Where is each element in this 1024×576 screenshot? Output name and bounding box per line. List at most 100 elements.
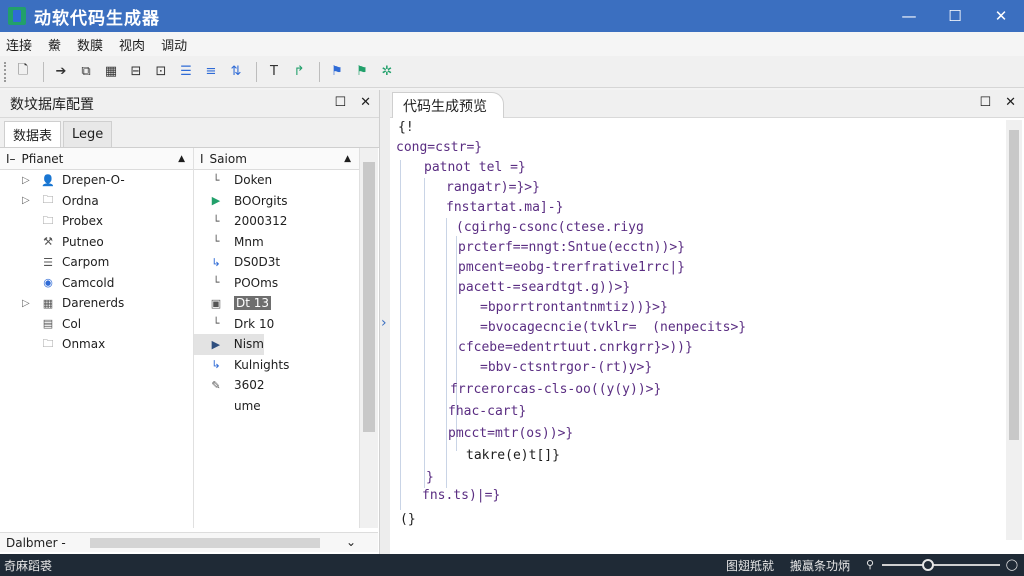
tree-item[interactable]: ▷ 👤 Drepen-O-: [0, 170, 193, 191]
window-icon[interactable]: ⊡: [150, 61, 172, 83]
tree-item[interactable]: 🗀 Probex: [0, 211, 193, 232]
restore-panel-icon[interactable]: ☐: [334, 95, 346, 110]
hammer-icon: ⚒: [43, 235, 53, 249]
link-icon: ↳: [211, 255, 221, 269]
text-icon[interactable]: T: [263, 61, 285, 83]
menu-edit[interactable]: 鮝: [48, 35, 61, 54]
expand-icon[interactable]: ▷: [22, 175, 30, 186]
align-center-icon[interactable]: ☰: [175, 61, 197, 83]
field-item[interactable]: └ POOms: [194, 273, 359, 294]
tree-item[interactable]: ▷ 🗀 Ordna: [0, 191, 193, 212]
flag-green-icon[interactable]: ⚑: [351, 61, 373, 83]
folder-icon: 🗀: [42, 193, 54, 207]
field-icon: └: [212, 214, 220, 228]
tree-item-label: Col: [62, 316, 82, 331]
copy-icon[interactable]: ⧉: [75, 61, 97, 83]
align-left-icon[interactable]: ≡: [200, 61, 222, 83]
code-line: (}: [400, 512, 416, 527]
close-button[interactable]: ✕: [978, 0, 1024, 32]
code-line: (cgirhg-csonc(ctese.riyg: [456, 220, 644, 235]
new-file-icon[interactable]: 🗋: [12, 61, 34, 83]
tree-item[interactable]: ☰ Carpom: [0, 252, 193, 273]
scrollbar-thumb[interactable]: [90, 538, 320, 548]
field-item[interactable]: ▶ Nism: [194, 334, 264, 355]
flag-blue-icon[interactable]: ⚑: [326, 61, 348, 83]
tree-item[interactable]: 🗀 Onmax: [0, 334, 193, 355]
zoom-slider[interactable]: ⚲ ◯: [866, 558, 1018, 572]
tab-tables[interactable]: 数据表: [4, 121, 62, 147]
sort-icon[interactable]: ⇅: [225, 61, 247, 83]
code-line: pmcct=mtr(os))>}: [448, 426, 574, 441]
minimize-button[interactable]: —: [886, 0, 932, 32]
field-item[interactable]: ▶ BOOrgits: [194, 191, 359, 212]
code-line: pmcent=eobg-trerfrative1rrc|}: [458, 260, 685, 275]
expand-icon[interactable]: ▷: [22, 298, 30, 309]
field-item[interactable]: └ Drk 10: [194, 314, 359, 335]
zoom-slider-knob[interactable]: [922, 559, 934, 571]
column-header[interactable]: I– Pfianet ▲: [0, 148, 193, 170]
column-grip-icon: I–: [6, 151, 16, 166]
chevron-right-icon[interactable]: ›: [381, 315, 387, 331]
maximize-button[interactable]: ☐: [932, 0, 978, 32]
tree-item-label: Putneo: [62, 234, 104, 249]
field-icon: └: [212, 235, 220, 249]
tree-item[interactable]: ⚒ Putneo: [0, 232, 193, 253]
field-item-label: POOms: [234, 275, 279, 290]
tree-item-label: Drepen-O-: [62, 173, 125, 188]
sort-asc-icon[interactable]: ▲: [178, 154, 185, 164]
database-icon[interactable]: ▦: [100, 61, 122, 83]
chevron-down-icon[interactable]: ⌄: [346, 535, 356, 549]
tab-code-preview[interactable]: 代码生成预览: [392, 92, 504, 118]
panel-title: 数坟据库配置: [10, 96, 94, 113]
tree-item[interactable]: ▷ ▦ Darenerds: [0, 293, 193, 314]
toolbar: 🗋 ➔ ⧉ ▦ ⊟ ⊡ ☰ ≡ ⇅ T ↱ ⚑ ⚑ ✲: [0, 56, 1024, 88]
panel-header: 代码生成预览 ☐ ✕: [390, 90, 1024, 118]
restore-panel-icon[interactable]: ☐: [979, 95, 991, 110]
horizontal-scrollbar[interactable]: Dalbmer - ⌄: [0, 532, 378, 552]
column-header[interactable]: I Saiom ▲: [194, 148, 359, 170]
field-item[interactable]: ↳ Kulnights: [194, 355, 359, 376]
field-item[interactable]: └ Mnm: [194, 232, 359, 253]
menu-view[interactable]: 视肉: [119, 35, 145, 54]
menu-connect[interactable]: 连接: [6, 35, 32, 54]
vertical-scrollbar[interactable]: [1006, 120, 1022, 540]
code-line: takre(e)t[]}: [466, 448, 560, 463]
panel-splitter[interactable]: ›: [380, 90, 390, 554]
run-step-icon[interactable]: ↱: [288, 61, 310, 83]
arrow-right-icon[interactable]: ➔: [50, 61, 72, 83]
scrollbar-thumb[interactable]: [1009, 130, 1019, 440]
code-line: }: [426, 470, 434, 485]
code-editor[interactable]: {! cong=cstr=} patnot tel =} rangatr)=}>} fn…: [390, 120, 1004, 527]
field-item[interactable]: ↳ DS0D3t: [194, 252, 359, 273]
field-column: I Saiom ▲ └ Doken ▶ BOOrgits └ 2000312 └ Mnm ↳ DS…: [194, 148, 360, 528]
close-panel-icon[interactable]: ✕: [360, 95, 371, 110]
field-item-label: 2000312: [234, 214, 288, 229]
scrollbar-thumb[interactable]: [363, 162, 375, 432]
settings-icon[interactable]: ✲: [376, 61, 398, 83]
field-item[interactable]: ume: [194, 396, 359, 417]
toolbar-grip[interactable]: [4, 61, 8, 82]
folder-icon: 🗀: [42, 336, 54, 350]
status-item: 搬蠃条功炳: [790, 558, 851, 573]
close-panel-icon[interactable]: ✕: [1005, 95, 1016, 110]
field-item-label: Mnm: [234, 234, 264, 249]
field-item-label: ume: [234, 398, 261, 413]
vertical-scrollbar[interactable]: [360, 148, 378, 528]
status-text: 奇麻蹈裘: [4, 558, 53, 573]
tree-item[interactable]: ▤ Col: [0, 314, 193, 335]
field-item[interactable]: └ 2000312: [194, 211, 359, 232]
menu-debug[interactable]: 调动: [161, 35, 187, 54]
list-icon: ☰: [43, 255, 53, 269]
field-item[interactable]: ✎ 3602: [194, 375, 359, 396]
tab-lege[interactable]: Lege: [63, 121, 113, 147]
expand-icon[interactable]: ▷: [22, 195, 30, 206]
sort-asc-icon[interactable]: ▲: [344, 154, 351, 164]
panel-tabs: 数据表 Lege: [0, 118, 379, 148]
menu-data[interactable]: 数膜: [77, 35, 103, 54]
field-item[interactable]: └ Doken: [194, 170, 359, 191]
tree-item[interactable]: ◉ Camcold: [0, 273, 193, 294]
field-item[interactable]: ▣ Dt 13: [194, 293, 359, 314]
code-line: fnstartat.ma]-}: [446, 200, 564, 215]
code-line: frrcerorcas-cls-oo((y(y))>}: [450, 382, 662, 397]
page-icon[interactable]: ⊟: [125, 61, 147, 83]
